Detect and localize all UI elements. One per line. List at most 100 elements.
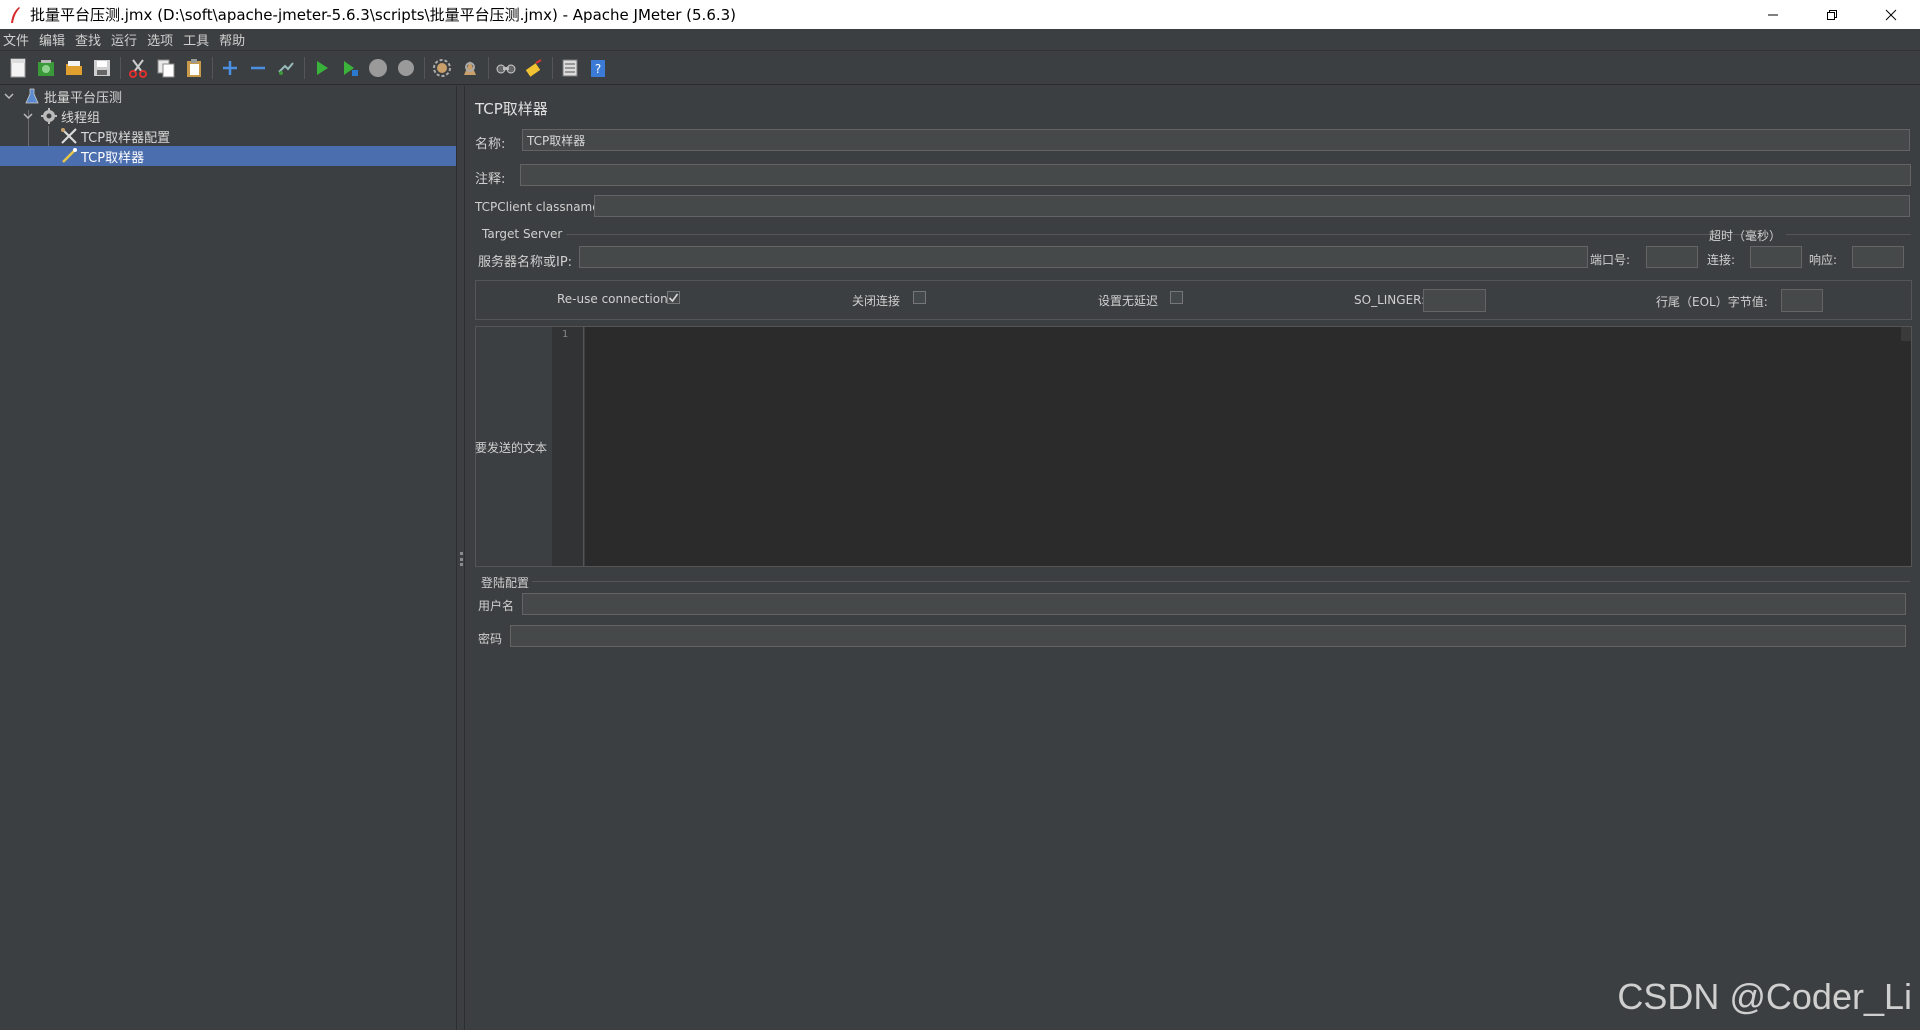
- toolbar-separator: [552, 56, 553, 79]
- toolbar-separator: [424, 56, 425, 79]
- tree-item-tcp-sampler[interactable]: TCP取样器: [0, 146, 456, 166]
- tree-item-test-plan[interactable]: 批量平台压测: [0, 86, 456, 106]
- close-connection-checkbox[interactable]: [913, 291, 926, 304]
- start-icon[interactable]: [310, 56, 334, 80]
- sampler-icon: [60, 147, 78, 165]
- search-icon[interactable]: [494, 56, 518, 80]
- server-label: 服务器名称或IP:: [478, 255, 573, 270]
- server-field[interactable]: [579, 246, 1588, 268]
- toolbar: ?: [0, 51, 1920, 85]
- reuse-connection-checkbox[interactable]: [667, 291, 680, 304]
- start-no-pause-icon[interactable]: [338, 56, 362, 80]
- watermark: CSDN @Coder_Li: [1617, 976, 1912, 1017]
- response-timeout-field[interactable]: [1852, 246, 1904, 268]
- open-icon[interactable]: [62, 56, 86, 80]
- split-pane-divider[interactable]: [456, 86, 465, 1030]
- menu-options[interactable]: 选项: [147, 30, 179, 49]
- group-divider: [532, 581, 1910, 582]
- menu-tools[interactable]: 工具: [183, 30, 215, 49]
- menu-run[interactable]: 运行: [111, 30, 143, 49]
- classname-field[interactable]: [594, 195, 1910, 217]
- tree-item-label: TCP取样器配置: [81, 130, 171, 146]
- so-linger-field[interactable]: [1423, 289, 1486, 312]
- help-icon[interactable]: ?: [586, 56, 610, 80]
- new-icon[interactable]: [6, 56, 30, 80]
- classname-label: TCPClient classname:: [475, 200, 604, 214]
- no-delay-checkbox[interactable]: [1170, 291, 1183, 304]
- no-delay-label: 设置无延迟: [1098, 294, 1159, 308]
- toggle-icon[interactable]: [274, 56, 298, 80]
- timeout-title: 超时（毫秒）: [1709, 229, 1782, 243]
- shutdown-icon[interactable]: [394, 56, 418, 80]
- group-divider: [566, 234, 1756, 235]
- reuse-connection-label: Re-use connection: [557, 292, 668, 306]
- menu-file[interactable]: 文件: [3, 30, 35, 49]
- splitter-grip-icon[interactable]: [460, 552, 463, 566]
- password-field[interactable]: [510, 625, 1906, 647]
- name-label: 名称:: [475, 137, 506, 152]
- clear-icon[interactable]: [430, 56, 454, 80]
- tree-item-tcp-config[interactable]: TCP取样器配置: [0, 126, 456, 146]
- test-plan-icon: [23, 87, 41, 105]
- restore-icon[interactable]: [1802, 0, 1861, 29]
- paste-icon[interactable]: [182, 56, 206, 80]
- name-field[interactable]: TCP取样器: [522, 129, 1910, 151]
- line-number-gutter: 1: [552, 327, 584, 566]
- text-to-send-editor[interactable]: [585, 327, 1911, 566]
- eol-field[interactable]: [1781, 289, 1823, 312]
- tree-item-thread-group[interactable]: 线程组: [0, 106, 456, 126]
- eol-label: 行尾（EOL）字节值:: [1656, 295, 1768, 309]
- menu-edit[interactable]: 编辑: [39, 30, 71, 49]
- expand-icon[interactable]: [218, 56, 242, 80]
- username-label: 用户名: [478, 599, 515, 613]
- login-config-title: 登陆配置: [481, 576, 530, 590]
- test-plan-tree: 批量平台压测 线程组 TCP取样器配置 TCP取样器: [0, 86, 456, 1030]
- cut-icon[interactable]: [126, 56, 150, 80]
- window-title: 批量平台压测.jmx (D:\soft\apache-jmeter-5.6.3\…: [30, 6, 737, 24]
- jmeter-feather-icon: [4, 4, 26, 26]
- line-number: 1: [562, 329, 569, 340]
- stop-icon[interactable]: [366, 56, 390, 80]
- close-connection-label: 关闭连接: [852, 294, 901, 308]
- toolbar-separator: [304, 56, 305, 79]
- username-field[interactable]: [522, 593, 1906, 615]
- clear-all-icon[interactable]: [458, 56, 482, 80]
- collapse-icon[interactable]: [246, 56, 270, 80]
- menu-bar: 文件 编辑 查找 运行 选项 工具 帮助: [0, 29, 1920, 51]
- editor-scrollbar[interactable]: [1901, 327, 1911, 341]
- svg-text:?: ?: [595, 62, 601, 76]
- comment-field[interactable]: [520, 164, 1911, 186]
- chevron-down-icon[interactable]: [22, 110, 34, 122]
- response-timeout-label: 响应:: [1809, 253, 1838, 267]
- group-divider: [1786, 234, 1911, 235]
- title-bar: 批量平台压测.jmx (D:\soft\apache-jmeter-5.6.3\…: [0, 0, 1920, 29]
- menu-search[interactable]: 查找: [75, 30, 107, 49]
- config-element-icon: [60, 127, 78, 145]
- save-icon[interactable]: [90, 56, 114, 80]
- tree-item-label: TCP取样器: [81, 150, 145, 166]
- close-icon[interactable]: [1861, 0, 1920, 29]
- password-label: 密码: [478, 632, 503, 646]
- port-field[interactable]: [1646, 246, 1698, 268]
- comment-label: 注释:: [475, 172, 506, 187]
- text-to-send-label: 要发送的文本: [475, 441, 548, 455]
- templates-icon[interactable]: [34, 56, 58, 80]
- function-helper-icon[interactable]: [558, 56, 582, 80]
- so-linger-label: SO_LINGER:: [1354, 293, 1426, 307]
- minimize-icon[interactable]: [1743, 0, 1802, 29]
- panel-title: TCP取样器: [475, 100, 548, 118]
- menu-help[interactable]: 帮助: [219, 30, 251, 49]
- toolbar-separator: [120, 56, 121, 79]
- copy-icon[interactable]: [154, 56, 178, 80]
- toolbar-separator: [212, 56, 213, 79]
- sampler-editor-panel: TCP取样器 名称: TCP取样器 注释: TCPClient classnam…: [466, 86, 1920, 1030]
- tree-item-label: 批量平台压测: [44, 90, 123, 106]
- toolbar-separator: [488, 56, 489, 79]
- reset-search-icon[interactable]: [522, 56, 546, 80]
- connect-timeout-label: 连接:: [1707, 253, 1736, 267]
- connect-timeout-field[interactable]: [1750, 246, 1802, 268]
- tree-item-label: 线程组: [61, 110, 101, 126]
- chevron-down-icon[interactable]: [3, 90, 15, 102]
- thread-group-icon: [40, 107, 58, 125]
- target-server-title: Target Server: [482, 227, 563, 241]
